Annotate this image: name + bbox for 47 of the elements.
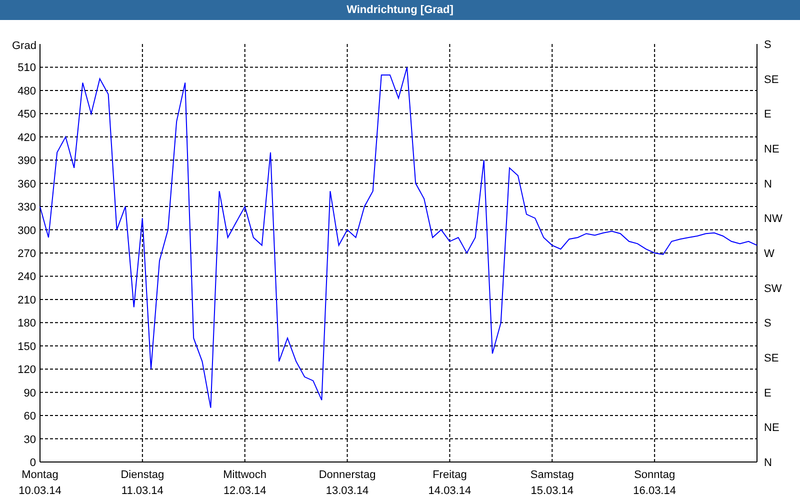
compass-label: NE bbox=[764, 144, 780, 156]
tick-label: 150 bbox=[18, 340, 36, 353]
compass-label: S bbox=[764, 39, 772, 51]
date-label: 11.03.14 bbox=[121, 485, 164, 497]
compass-label: N bbox=[764, 178, 772, 190]
day-label: Samstag bbox=[530, 469, 574, 481]
tick-label: 390 bbox=[18, 155, 36, 168]
compass-label: N bbox=[764, 457, 772, 469]
tick-label: 510 bbox=[18, 62, 36, 74]
date-label: 15.03.14 bbox=[530, 485, 574, 497]
date-label: 14.03.14 bbox=[428, 485, 472, 497]
day-label: Dienstag bbox=[120, 469, 164, 481]
tick-label: 0 bbox=[30, 457, 36, 469]
day-label: Freitag bbox=[432, 469, 467, 481]
date-label: 13.03.14 bbox=[326, 485, 369, 497]
compass-label: E bbox=[764, 387, 772, 400]
axis-title: Grad bbox=[12, 40, 36, 52]
date-label: 10.03.14 bbox=[18, 485, 62, 497]
tick-label: 420 bbox=[18, 132, 36, 144]
tick-label: 60 bbox=[24, 410, 36, 423]
day-label: Donnerstag bbox=[318, 469, 376, 481]
window-title: Windrichtung [Grad] bbox=[346, 4, 454, 16]
day-label: Sonntag bbox=[634, 469, 676, 481]
date-label: 16.03.14 bbox=[633, 485, 676, 497]
tick-label: 330 bbox=[18, 202, 36, 214]
compass-label: NW bbox=[764, 213, 782, 226]
tick-label: 360 bbox=[18, 178, 36, 190]
tick-label: 270 bbox=[18, 248, 36, 260]
compass-label: NE bbox=[764, 422, 780, 434]
tick-label: 450 bbox=[18, 108, 36, 121]
tick-label: 300 bbox=[18, 224, 36, 237]
compass-label: W bbox=[764, 248, 774, 260]
tick-label: 210 bbox=[18, 294, 36, 306]
tick-label: 120 bbox=[18, 364, 36, 376]
compass-label: E bbox=[764, 108, 772, 121]
compass-label: S bbox=[764, 318, 772, 330]
compass-label: SE bbox=[764, 74, 779, 86]
tick-label: 240 bbox=[18, 271, 36, 284]
tick-label: 180 bbox=[18, 318, 36, 330]
tick-label: 90 bbox=[24, 387, 36, 400]
tick-label: 30 bbox=[24, 434, 36, 446]
day-label: Montag bbox=[22, 469, 58, 481]
compass-label: SE bbox=[764, 352, 779, 364]
tick-label: 480 bbox=[18, 85, 36, 98]
date-label: 12.03.14 bbox=[223, 485, 266, 497]
compass-label: SW bbox=[764, 282, 782, 295]
day-label: Mittwoch bbox=[223, 469, 267, 481]
